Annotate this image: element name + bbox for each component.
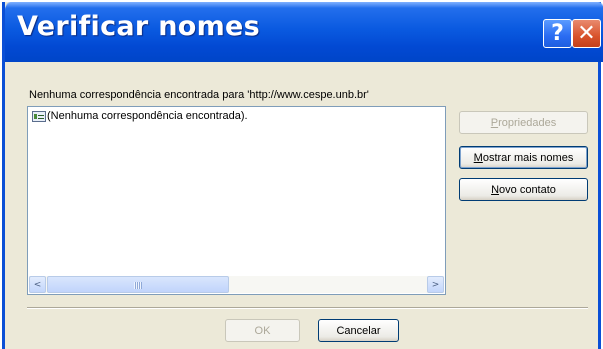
dialog-body: Nenhuma correspondência encontrada para … xyxy=(5,62,598,349)
cancel-button[interactable]: Cancelar xyxy=(318,319,399,342)
grip-icon xyxy=(134,282,142,289)
mostrar-label: ostrar mais nomes xyxy=(482,151,574,164)
chevron-left-icon: < xyxy=(33,279,42,290)
list-item[interactable]: (Nenhuma correspondência encontrada). xyxy=(32,110,248,122)
propriedades-accel: P xyxy=(490,116,499,129)
help-icon: ? xyxy=(551,21,564,46)
scroll-thumb[interactable] xyxy=(47,276,229,293)
scroll-left-button[interactable]: < xyxy=(29,276,46,293)
propriedades-label: ropriedades xyxy=(498,116,557,129)
mostrar-mais-nomes-button[interactable]: Mostrar mais nomes xyxy=(459,146,588,169)
novo-contato-button[interactable]: Novo contato xyxy=(459,178,588,201)
close-icon: ✕ xyxy=(577,21,596,46)
scroll-right-button[interactable]: > xyxy=(427,276,444,293)
propriedades-button[interactable]: Propriedades xyxy=(459,111,588,134)
dialog-title: Verificar nomes xyxy=(17,11,261,42)
novo-accel: N xyxy=(491,183,500,196)
results-listbox[interactable]: (Nenhuma correspondência encontrada). < … xyxy=(27,106,446,295)
ok-button[interactable]: OK xyxy=(225,319,300,342)
ok-label: OK xyxy=(254,324,271,337)
verificar-nomes-dialog: Verificar nomes ? ✕ Nenhuma correspondên… xyxy=(2,2,603,349)
separator xyxy=(27,307,588,309)
contact-card-icon xyxy=(32,110,46,122)
horizontal-scrollbar[interactable]: < > xyxy=(29,276,444,293)
list-item-label: (Nenhuma correspondência encontrada). xyxy=(47,110,248,122)
mostrar-accel: M xyxy=(473,151,483,164)
cancel-label: Cancelar xyxy=(336,324,381,337)
no-match-message: Nenhuma correspondência encontrada para … xyxy=(29,89,369,101)
help-button[interactable]: ? xyxy=(543,19,572,48)
title-bar[interactable]: Verificar nomes ? ✕ xyxy=(5,2,603,62)
chevron-right-icon: > xyxy=(431,279,440,290)
title-bar-highlight xyxy=(5,2,603,8)
novo-label: ovo contato xyxy=(499,183,556,196)
close-button[interactable]: ✕ xyxy=(572,19,601,48)
